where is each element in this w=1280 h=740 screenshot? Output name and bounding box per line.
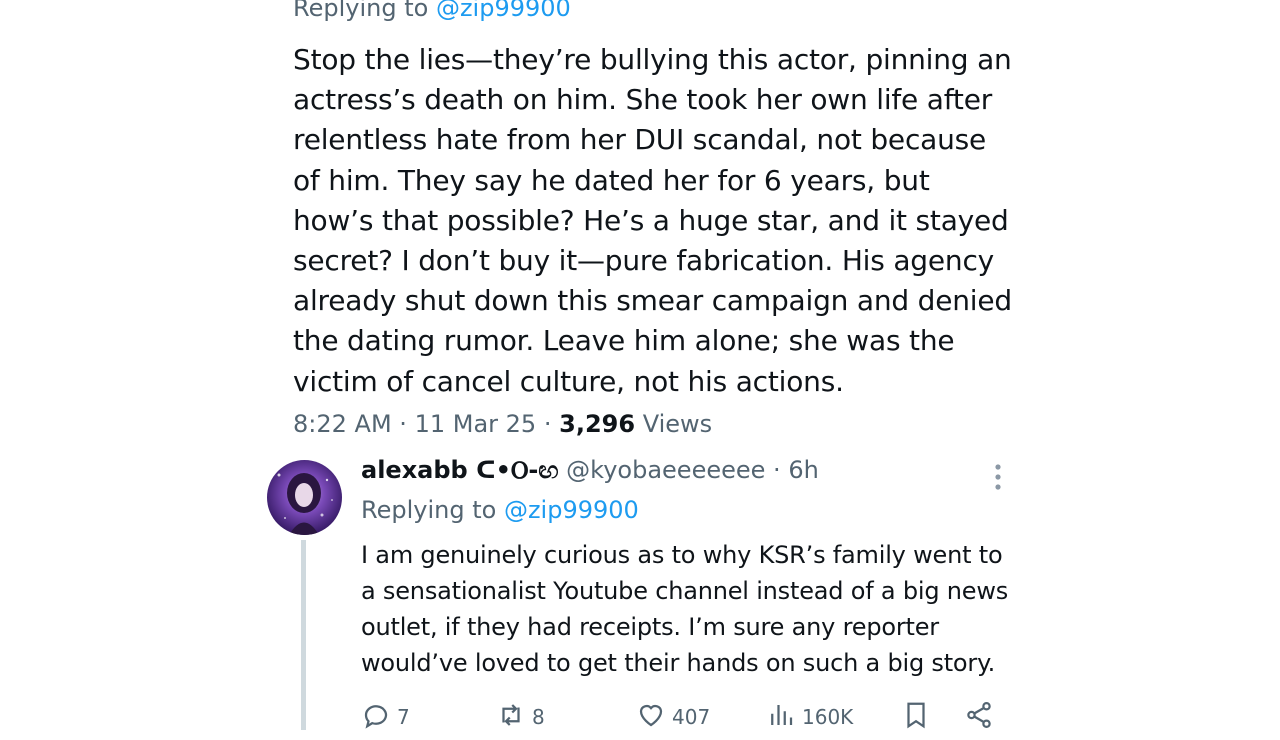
thread-line [301, 540, 306, 730]
reply-header: alexabb ᑕ•Ⲟ-ඟ @kyobaeeeeeee · 6h [361, 456, 819, 484]
meta-separator: · [543, 410, 552, 438]
replying-handle-link[interactable]: @zip99900 [436, 0, 571, 22]
reply-age[interactable]: 6h [788, 456, 818, 484]
share-button[interactable] [964, 700, 994, 730]
reply-replying-to: Replying to @zip99900 [361, 496, 639, 524]
replying-prefix: Replying to [293, 0, 429, 22]
main-replying-to: Replying to @zip99900 [293, 0, 571, 22]
share-icon [967, 702, 991, 728]
replying-prefix: Replying to [361, 496, 497, 524]
post-meta: 8:22 AM · 11 Mar 25 · 3,296 Views [293, 410, 712, 438]
avatar[interactable] [267, 460, 342, 535]
views-count-reply: 160K [802, 705, 854, 729]
views-button[interactable]: 160K [766, 700, 853, 730]
like-count: 407 [672, 705, 711, 729]
bookmark-button[interactable] [901, 700, 931, 730]
repost-button[interactable]: 8 [496, 700, 545, 730]
views-icon [771, 705, 793, 725]
main-post-text: Stop the lies—they’re bullying this acto… [293, 43, 1012, 398]
like-button[interactable]: 407 [636, 700, 710, 730]
reply-text: I am genuinely curious as to why KSR’s f… [361, 541, 1009, 677]
replying-handle-link[interactable]: @zip99900 [504, 496, 639, 524]
reply-handle[interactable]: @kyobaeeeeeee [566, 456, 765, 484]
action-bar: 7 8 407 160K [361, 700, 1011, 740]
reply-icon [364, 705, 388, 729]
views-count: 3,296 [559, 410, 636, 438]
more-icon[interactable] [986, 462, 1010, 492]
repost-icon [502, 704, 520, 726]
post-time[interactable]: 8:22 AM [293, 410, 392, 438]
meta-separator: · [399, 410, 407, 438]
header-separator: · [773, 456, 781, 484]
views-label: Views [642, 410, 713, 438]
avatar-image [277, 473, 333, 535]
reply-button[interactable]: 7 [361, 700, 410, 730]
post-date[interactable]: 11 Mar 25 [415, 410, 537, 438]
repost-count: 8 [532, 705, 545, 729]
like-icon [639, 704, 663, 727]
reply-display-name[interactable]: alexabb ᑕ•Ⲟ-ඟ [361, 456, 559, 484]
reply-count: 7 [397, 705, 410, 729]
bookmark-icon [907, 702, 925, 729]
